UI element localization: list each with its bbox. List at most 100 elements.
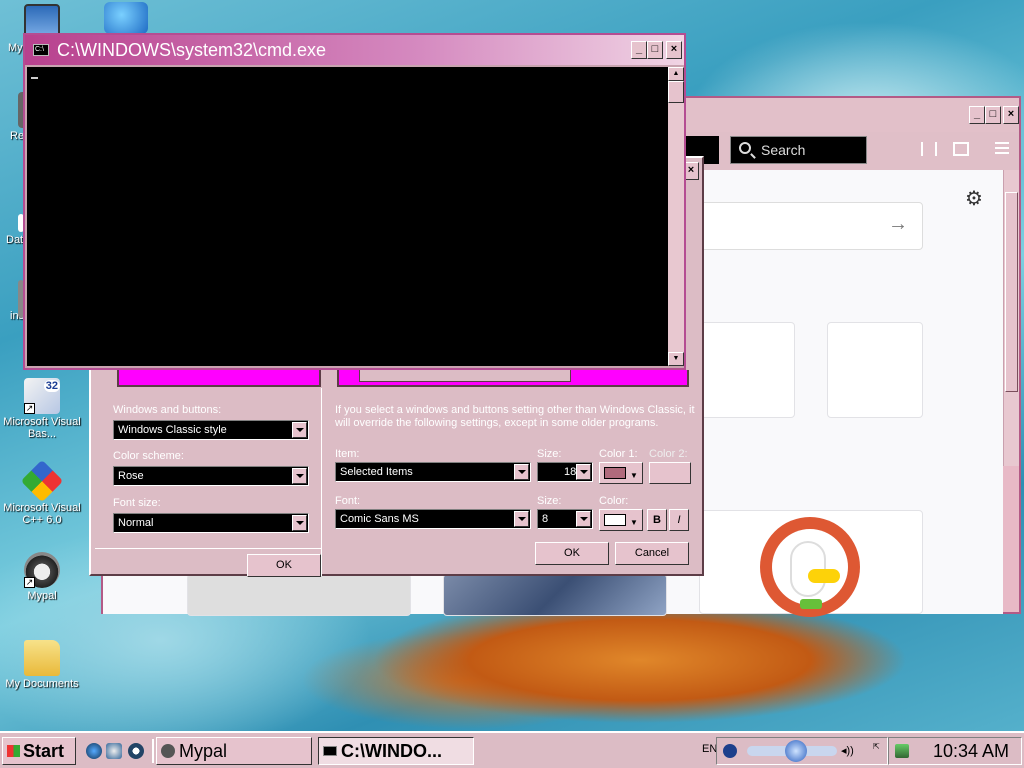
show-desktop-icon[interactable] [106,743,122,759]
scrollbar-thumb[interactable] [1005,192,1018,392]
color1-picker[interactable]: ▼ [599,462,643,484]
chevron-down-icon[interactable] [292,468,307,484]
newtab-search-field[interactable]: → [691,202,923,250]
duckduckgo-card[interactable] [699,510,923,617]
folder-icon [24,640,60,676]
highlight-card[interactable] [187,574,411,616]
ok-button-underlay[interactable]: OK [247,554,321,577]
top-site-tile[interactable] [827,322,923,418]
item-select[interactable]: Selected Items [335,462,531,482]
windows-logo-icon [7,745,20,757]
language-indicator[interactable]: EN [702,743,717,755]
windows-and-buttons-label: Windows and buttons: [113,404,222,416]
color1-swatch [604,467,626,479]
visual-cpp-icon [20,459,64,503]
scroll-down-icon[interactable]: ▼ [668,352,684,366]
raccoon-icon [161,744,175,758]
cmd-window[interactable]: C:\ C:\WINDOWS\system32\cmd.exe _ □ × ▲ … [23,33,686,370]
desktop-icon-visual-basic[interactable]: 32 ↗ Microsoft Visual Bas... [0,378,84,440]
settings-gear-icon[interactable]: ⚙ [965,186,983,211]
library-icon[interactable] [921,142,937,156]
desktop-icon-label: Microsoft Visual C++ 6.0 [3,502,81,526]
task-label: Mypal [179,741,228,761]
volume-icon[interactable]: ◂)) [841,744,854,757]
task-label: C:\WINDO... [341,741,442,761]
browser-close-button[interactable]: × [1003,106,1019,124]
cmd-system-icon[interactable]: C:\ [33,44,49,56]
version-32-badge: 32 [43,380,60,392]
color-scheme-value: Rose [118,470,144,482]
browser-minimize-button[interactable]: _ [969,106,985,124]
search-placeholder: Search [761,142,806,158]
taskbar-button-cmd[interactable]: C:\WINDO... [318,737,474,765]
start-label: Start [23,741,65,761]
go-arrow-icon[interactable]: → [888,213,908,236]
font-select[interactable]: Comic Sans MS [335,509,531,529]
network-icon[interactable] [895,744,909,758]
cancel-button[interactable]: Cancel [615,542,689,565]
scroll-up-icon[interactable]: ▲ [668,67,684,81]
chevron-down-icon: ▼ [630,518,638,527]
taskbar-button-mypal[interactable]: Mypal [156,737,312,765]
browser-maximize-button[interactable]: □ [985,106,1001,124]
desktop-icon-label: Microsoft Visual Bas... [3,416,81,440]
sidebar-icon[interactable] [953,142,969,156]
chevron-down-icon[interactable] [292,515,307,531]
divider [95,548,321,549]
chevron-down-icon[interactable] [576,511,591,527]
italic-button[interactable]: I [669,509,689,531]
cmd-maximize-button[interactable]: □ [647,41,663,59]
preview-left-strip [117,370,321,387]
font-color-picker[interactable]: ▼ [599,509,643,531]
font-size-label: Font size: [113,497,161,509]
color1-label: Color 1: [599,448,638,460]
top-site-tile[interactable] [691,322,795,418]
chevron-down-icon[interactable] [514,464,529,480]
font-size2-label: Size: [537,495,562,507]
quicklaunch-divider [152,739,154,763]
chevron-down-icon[interactable] [292,422,307,438]
cmd-icon [323,746,337,756]
scrollbar-thumb[interactable] [668,81,684,103]
item-size-stepper[interactable]: 18 [537,462,593,482]
cmd-scrollbar[interactable]: ▲ ▼ [668,67,684,366]
color2-label: Color 2: [649,448,688,460]
font-size-select[interactable]: Normal [113,513,309,533]
bold-button[interactable]: B [647,509,667,531]
cmd-console[interactable] [27,67,668,366]
clock[interactable]: 10:34 AM [933,741,1009,761]
spinner-icon[interactable] [576,464,591,480]
preview-right-strip [337,370,689,387]
chevron-down-icon[interactable] [514,511,529,527]
media-play-button[interactable] [785,740,807,762]
desktop-icon-my-documents[interactable]: My Documents [0,640,84,690]
desktop-icon-mypal[interactable]: ↗ Mypal [0,552,84,602]
desktop-icon-label: My Documents [5,678,79,690]
cmd-close-button[interactable]: × [666,41,682,59]
duckduckgo-logo-icon [760,517,860,617]
start-button[interactable]: Start [2,737,76,765]
font-size2-select[interactable]: 8 [537,509,593,529]
menu-icon[interactable] [995,142,1009,154]
font-size2-value: 8 [542,513,549,525]
internet-globe-icon[interactable] [104,2,148,34]
cmd-minimize-button[interactable]: _ [631,41,647,59]
item-label: Item: [335,448,360,460]
play-icon[interactable] [723,744,737,758]
color-scheme-select[interactable]: Rose [113,466,309,486]
browser-scrollbar[interactable] [1003,170,1019,466]
raccoon-icon: ↗ [24,552,60,588]
highlight-card-image[interactable] [443,574,667,616]
cmd-titlebar[interactable]: C:\ C:\WINDOWS\system32\cmd.exe [25,35,684,65]
media-toolbar: ◂)) ⇱ [716,737,888,765]
windows-and-buttons-select[interactable]: Windows Classic style [113,420,309,440]
font-label: Font: [335,495,361,507]
internet-explorer-icon[interactable] [86,743,102,759]
item-size-label: Size: [537,448,562,460]
windows-and-buttons-value: Windows Classic style [118,424,227,436]
desktop-icon-visual-cpp[interactable]: Microsoft Visual C++ 6.0 [0,459,84,526]
media-player-icon[interactable] [128,743,144,759]
restore-icon[interactable]: ⇱ [873,742,880,751]
ok-button[interactable]: OK [535,542,609,565]
browser-search-box[interactable]: Search [730,136,867,164]
